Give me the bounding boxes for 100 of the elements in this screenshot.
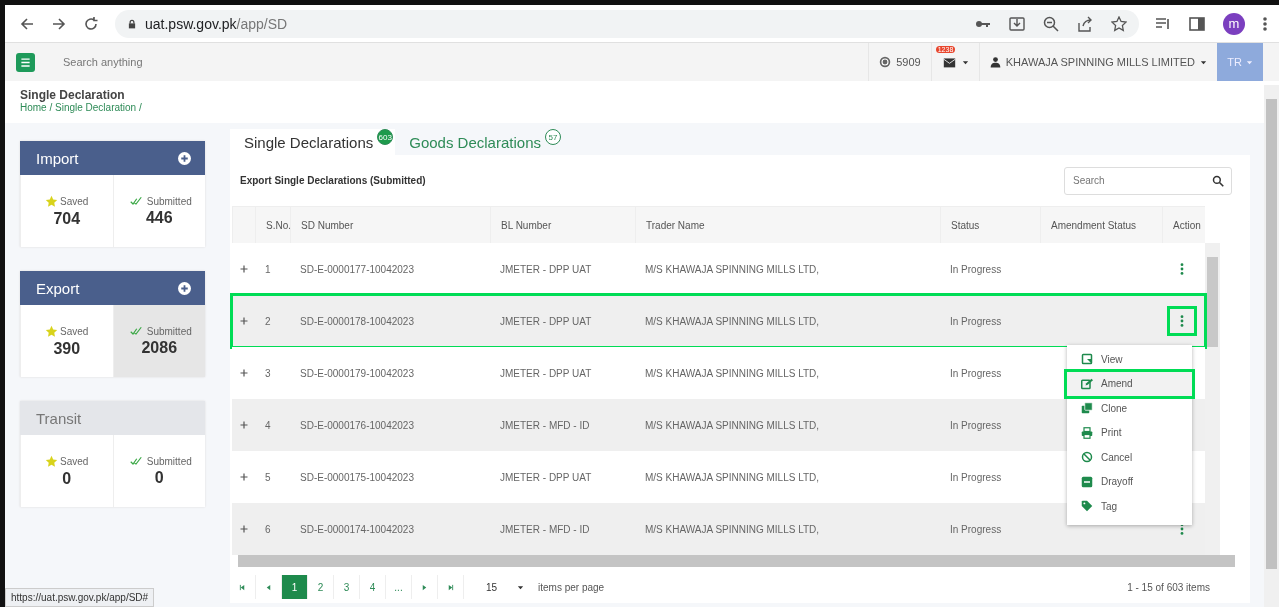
add-icon: [178, 281, 191, 295]
prev-icon: [265, 583, 272, 591]
menu-item[interactable]: Drayoff: [1067, 469, 1192, 494]
search-field[interactable]: Search anything: [61, 55, 869, 69]
page-button[interactable]: 1: [282, 575, 308, 599]
table-cell-text: 1: [264, 263, 272, 275]
search-button[interactable]: [1212, 174, 1224, 187]
profile-avatar[interactable]: m: [1223, 12, 1245, 35]
tab[interactable]: Single Declarations 603: [230, 129, 396, 155]
card-header[interactable]: Import: [20, 141, 205, 175]
count-badge: 57: [545, 129, 561, 145]
breadcrumb[interactable]: Home / Single Declaration /: [20, 102, 1264, 113]
stat-label: Saved: [60, 455, 89, 467]
stat-tile[interactable]: Saved 704: [20, 175, 113, 247]
table-cell-text: JMETER - DPP UAT: [499, 471, 593, 483]
table-cell-text: JMETER - DPP UAT: [499, 263, 593, 275]
table-cell-text: 3: [264, 367, 272, 379]
first-icon: [239, 583, 246, 591]
menu-item[interactable]: Amend: [1067, 371, 1192, 396]
star-icon: [45, 454, 59, 468]
vertical-scrollbar[interactable]: [1205, 243, 1220, 555]
page-scrollbar[interactable]: [1264, 85, 1279, 607]
stat-tile[interactable]: Submitted 0: [112, 435, 205, 507]
table-cell-text: In Progress: [949, 523, 1003, 535]
next-icon: [421, 583, 428, 591]
stat-label: Submitted: [146, 325, 192, 337]
caret-icon: [517, 583, 524, 591]
table-cell-text: In Progress: [949, 263, 1003, 275]
page-size-label: items per page: [538, 581, 605, 593]
table-cell-text: SD-E-0000176-10042023: [299, 419, 415, 431]
stat-label: Submitted: [146, 195, 192, 207]
stat-value: 704: [53, 209, 81, 228]
table-cell-text: In Progress: [949, 471, 1003, 483]
stat-tile[interactable]: Saved 390: [20, 305, 113, 377]
stat-value: 0: [62, 469, 72, 488]
table-cell-text: JMETER - MFD - ID: [499, 523, 591, 535]
caret-icon: [1245, 58, 1253, 66]
minus-square-icon: [1081, 475, 1093, 488]
menu-item[interactable]: Clone: [1067, 396, 1192, 421]
table-cell-text: In Progress: [949, 315, 1003, 327]
table-cell-text: M/S KHAWAJA SPINNING MILLS LTD,: [644, 471, 821, 483]
stat-label: Saved: [60, 325, 89, 337]
table-cell-text: In Progress: [949, 367, 1003, 379]
count-badge: 603: [377, 129, 394, 145]
table-cell-text: 6: [264, 523, 272, 535]
stat-tile[interactable]: Submitted 446: [112, 175, 205, 247]
table-cell-text: SD-E-0000178-10042023: [299, 315, 415, 327]
stat-tile[interactable]: Saved 0: [20, 435, 113, 507]
page-button[interactable]: ...: [386, 575, 412, 599]
table-cell-text: 5: [264, 471, 272, 483]
caret-icon: [961, 58, 969, 66]
lock-icon: [127, 17, 137, 30]
highlighted-row[interactable]: 2 SD-E-0000178-10042023 JMETER - DPP UAT M/S KHAWAJA SPINNING MILLS LTD, In Progress: [232, 295, 1205, 347]
table-cell-text: M/S KHAWAJA SPINNING MILLS LTD,: [644, 367, 821, 379]
expand-icon: [240, 525, 248, 533]
cancel-icon: [1081, 451, 1093, 464]
table-title: Export Single Declarations (Submitted): [240, 175, 426, 186]
star-icon: [45, 194, 59, 208]
table-cell-text: SD-E-0000174-10042023: [299, 523, 415, 535]
table-cell-text: M/S KHAWAJA SPINNING MILLS LTD,: [644, 315, 821, 327]
table-cell-text: JMETER - MFD - ID: [499, 419, 591, 431]
table-cell-text: In Progress: [949, 419, 1003, 431]
page-button[interactable]: 3: [334, 575, 360, 599]
expand-icon: [240, 421, 248, 429]
card-header[interactable]: Export: [20, 271, 205, 305]
menu-icon: [20, 56, 31, 68]
printer-icon: [1081, 426, 1093, 439]
menu-button[interactable]: [16, 52, 35, 72]
stat-tile[interactable]: Submitted 2086: [112, 305, 205, 377]
table-cell-text: JMETER - DPP UAT: [499, 367, 593, 379]
page-button[interactable]: 4: [360, 575, 386, 599]
card-title: Export: [36, 279, 80, 297]
table-cell-text: 4: [264, 419, 272, 431]
table-cell-text: JMETER - DPP UAT: [499, 315, 593, 327]
horizontal-scrollbar[interactable]: [238, 555, 1235, 567]
stat-value: 2086: [141, 339, 178, 357]
stat-value: 446: [145, 209, 173, 227]
table-cell-text: SD-E-0000175-10042023: [299, 471, 415, 483]
expand-icon: [240, 473, 248, 481]
card-title: Import: [36, 149, 79, 167]
table-cell-text: M/S KHAWAJA SPINNING MILLS LTD,: [644, 523, 821, 535]
url-text: uat.psw.gov.pk/app/SD: [145, 15, 288, 32]
search-icon: [1212, 174, 1224, 187]
kebab-icon: [1263, 15, 1267, 32]
menu-icon[interactable]: [1263, 15, 1267, 32]
card-header[interactable]: Transit: [20, 401, 205, 435]
pagination-summary: 1 - 15 of 603 items: [1127, 581, 1210, 593]
expand-icon: [240, 265, 248, 273]
address-bar[interactable]: uat.psw.gov.pk/app/SD: [115, 9, 1139, 38]
page-title: Single Declaration: [20, 88, 126, 102]
kebab-icon: [1180, 314, 1184, 328]
table-cell-text: SD-E-0000179-10042023: [299, 367, 415, 379]
menu-item[interactable]: View: [1067, 347, 1192, 372]
window-icon: [1081, 353, 1093, 366]
stat-label: Submitted: [146, 455, 192, 467]
stat-value: 390: [53, 339, 81, 358]
page-button[interactable]: 2: [308, 575, 334, 599]
table-search-field[interactable]: Search: [1064, 166, 1232, 195]
menu-item[interactable]: Print: [1067, 420, 1192, 445]
tab[interactable]: Goods Declarations 57: [395, 129, 563, 155]
